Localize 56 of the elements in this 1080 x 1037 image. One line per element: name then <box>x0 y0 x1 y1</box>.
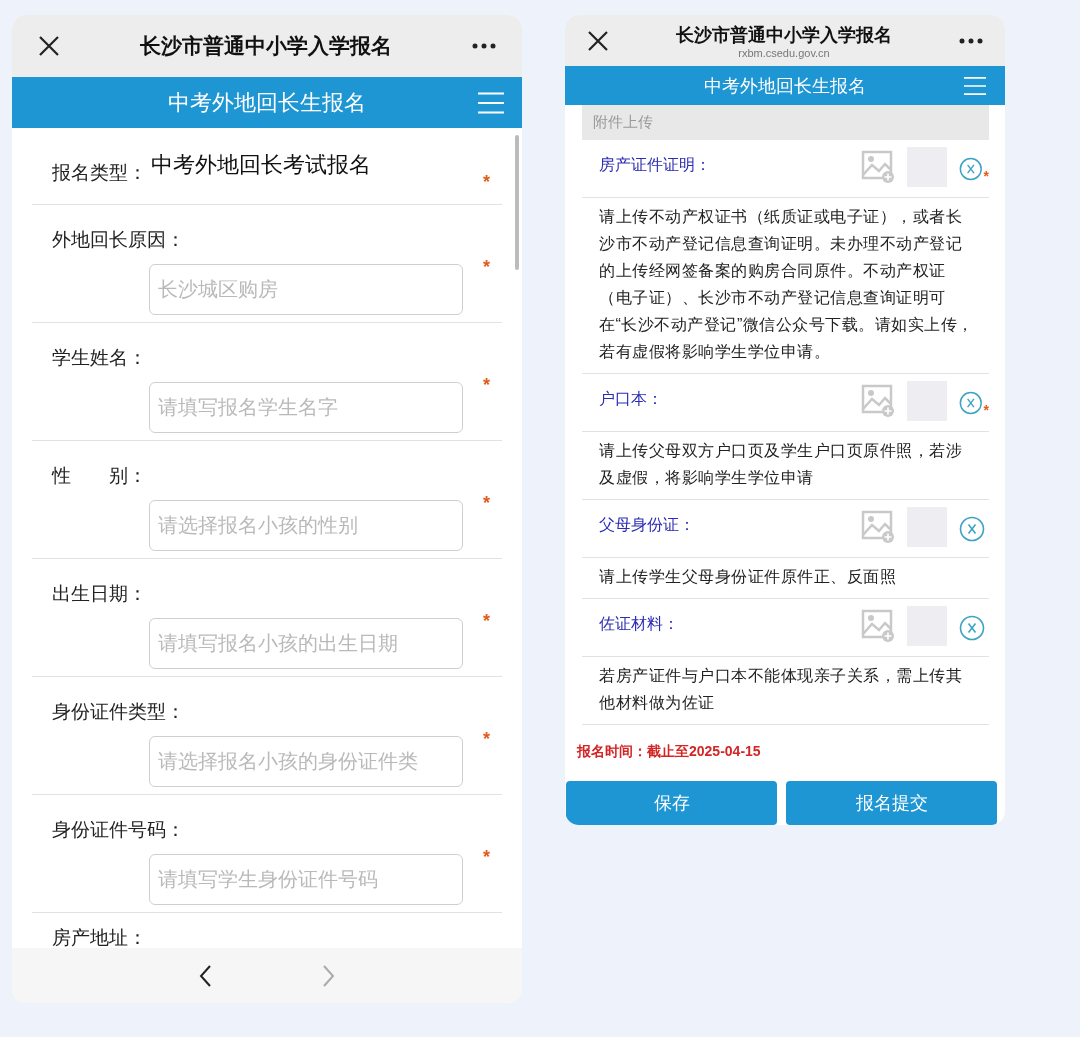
close-icon[interactable] <box>587 29 609 52</box>
deadline-text: 报名时间：截止至2025-04-15 <box>575 742 762 761</box>
page-heading: 中考外地回长生报名 <box>168 88 366 117</box>
required-mark: * <box>483 611 490 632</box>
upload-label: 父母身份证： <box>599 515 696 535</box>
section-header: 附件上传 <box>582 105 989 140</box>
window-title: 长沙市普通中小学入学报名 <box>676 23 892 47</box>
clear-icon[interactable] <box>959 155 983 182</box>
clear-icon[interactable] <box>959 614 985 641</box>
clear-icon[interactable] <box>959 515 985 542</box>
field-label: 身份证件号码： <box>52 819 185 840</box>
input-field[interactable]: 长沙城区购房 <box>149 264 463 315</box>
menu-icon[interactable] <box>478 91 504 114</box>
field-label: 报名类型： <box>52 161 147 185</box>
field-value: 中考外地回长考试报名 <box>151 151 371 179</box>
page-url: rxbm.csedu.gov.cn <box>738 46 830 59</box>
field-label: 性 别： <box>52 465 147 486</box>
required-mark: * <box>983 167 989 184</box>
upload-instructions: 请上传学生父母身份证件原件正、反面照 <box>582 558 989 599</box>
input-field[interactable]: 请填写报名小孩的出生日期 <box>149 618 463 669</box>
input-field[interactable]: 请选择报名小孩的身份证件类 <box>149 736 463 787</box>
required-mark: * <box>483 729 490 750</box>
required-mark: * <box>483 172 490 193</box>
field-label: 房产地址： <box>52 927 147 948</box>
required-mark: * <box>483 493 490 514</box>
upload-label: 户口本： <box>599 389 664 409</box>
input-field[interactable]: 请填写报名学生名字 <box>149 382 463 433</box>
back-icon[interactable] <box>198 963 213 988</box>
required-mark: * <box>483 375 490 396</box>
upload-instructions: 请上传不动产权证书（纸质证或电子证），或者长沙市不动产登记信息查询证明。未办理不动产登记的上传经网签备案的购房合同原件。不动产权证（电子证）、长沙市不动产登记信息查询证明可在“长沙不动产登记”微信公众号下载。请如实上传，若有虚假将影响学生学位申请。 <box>582 198 989 374</box>
field-label: 学生姓名： <box>52 347 147 368</box>
field-label: 出生日期： <box>52 583 147 604</box>
window-title: 长沙市普通中小学入学报名 <box>140 33 392 59</box>
upload-instructions: 若房产证件与户口本不能体现亲子关系，需上传其他材料做为佐证 <box>582 657 989 725</box>
menu-icon[interactable] <box>963 76 987 95</box>
input-field[interactable]: 请填写学生身份证件号码 <box>149 854 463 905</box>
upload-instructions: 请上传父母双方户口页及学生户口页原件照，若涉及虚假，将影响学生学位申请 <box>582 432 989 500</box>
field-label: 外地回长原因： <box>52 229 185 250</box>
page-heading: 中考外地回长生报名 <box>704 74 866 98</box>
upload-label: 佐证材料： <box>599 614 680 634</box>
save-button[interactable]: 保存 <box>566 781 777 825</box>
add-image-icon[interactable] <box>861 609 895 642</box>
required-mark: * <box>983 401 989 418</box>
more-icon[interactable] <box>472 43 496 49</box>
upload-label: 房产证件证明： <box>599 155 712 175</box>
add-image-icon[interactable] <box>861 384 895 417</box>
more-icon[interactable] <box>959 37 983 44</box>
field-label: 身份证件类型： <box>52 701 185 722</box>
required-mark: * <box>483 257 490 278</box>
input-field[interactable]: 请选择报名小孩的性别 <box>149 500 463 551</box>
submit-button[interactable]: 报名提交 <box>786 781 997 825</box>
add-image-icon[interactable] <box>861 510 895 543</box>
required-mark: * <box>483 847 490 868</box>
add-image-icon[interactable] <box>861 150 895 183</box>
close-icon[interactable] <box>38 35 60 57</box>
clear-icon[interactable] <box>959 389 983 416</box>
